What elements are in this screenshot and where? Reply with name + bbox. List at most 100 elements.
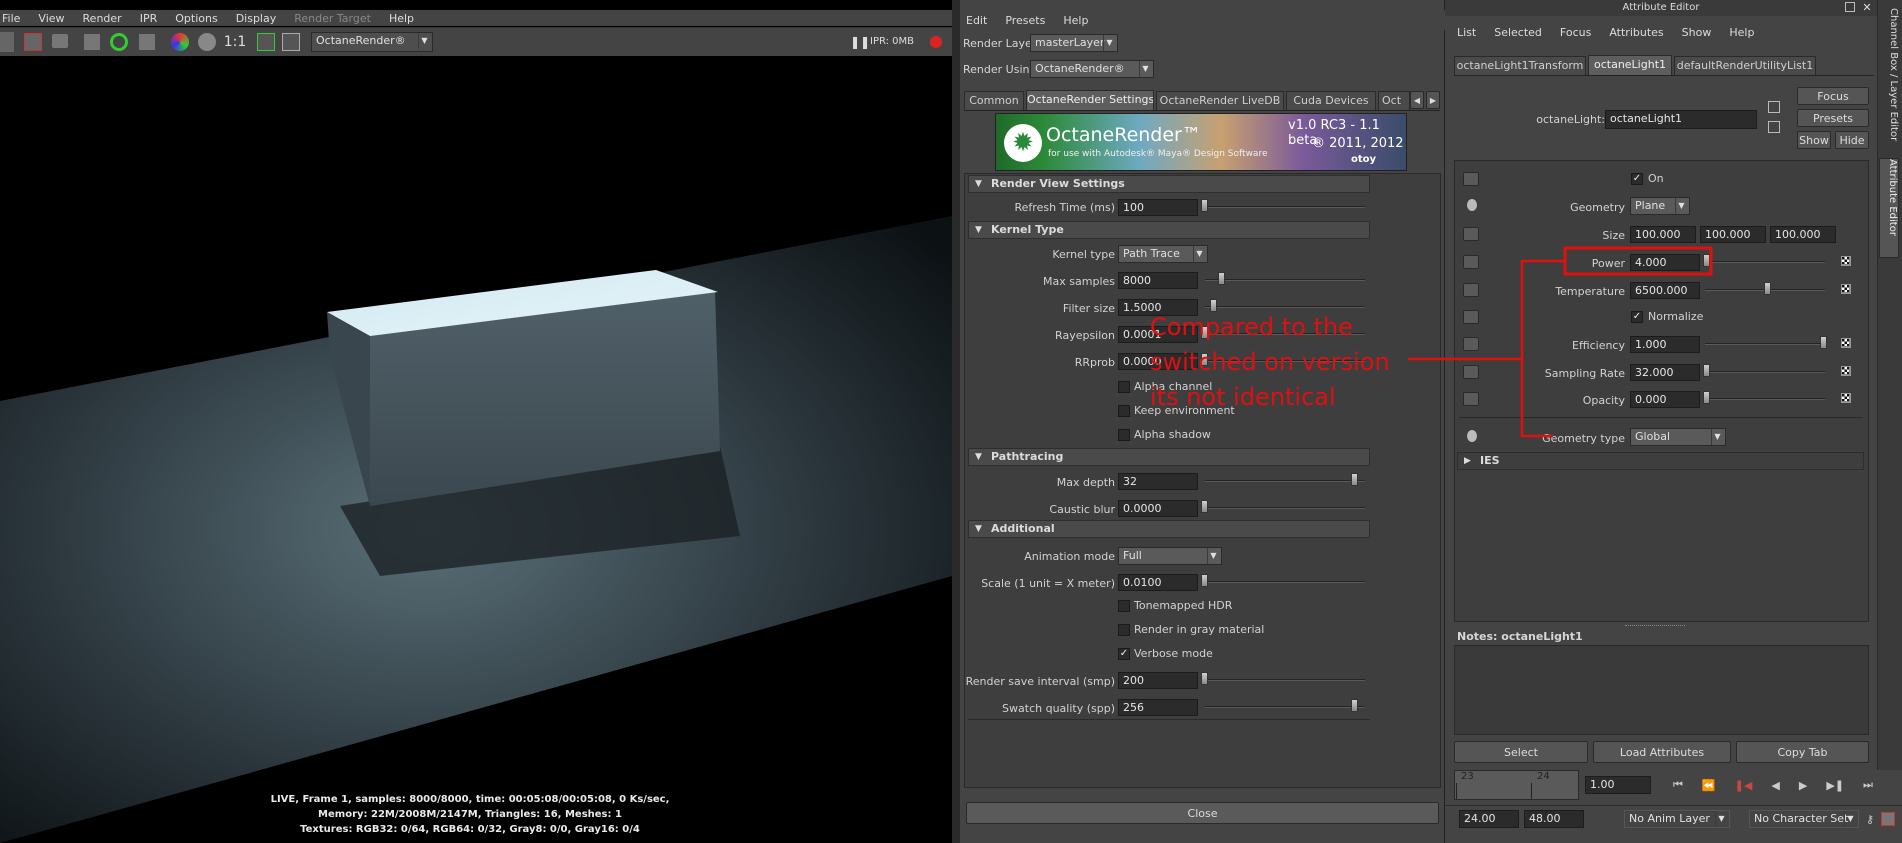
size-y-field[interactable]: 100.000 (1700, 226, 1766, 243)
render-layer-dropdown[interactable]: masterLayer ▼ (1030, 34, 1118, 52)
map-button[interactable] (1841, 256, 1851, 266)
refresh-time-field[interactable]: 100 (1118, 199, 1198, 216)
close-button[interactable]: Close (966, 802, 1439, 824)
render-save-interval-field[interactable]: 200 (1118, 672, 1198, 689)
presets-button[interactable]: Presets (1797, 109, 1869, 127)
tab-octane-light-transform[interactable]: octaneLight1Transform (1454, 56, 1586, 75)
show-button[interactable]: Show (1797, 131, 1831, 149)
menu-help[interactable]: Help (389, 12, 414, 25)
go-to-end-icon[interactable]: ⏭ (1863, 778, 1873, 792)
max-samples-slider[interactable] (1205, 279, 1365, 281)
map-button[interactable] (1841, 393, 1851, 403)
scale-slider[interactable] (1205, 581, 1365, 583)
filter-size-slider[interactable] (1205, 306, 1365, 308)
tab-octane-settings[interactable]: OctaneRender Settings (1026, 90, 1154, 110)
render-region-icon[interactable] (24, 33, 42, 51)
render-gray-checkbox[interactable] (1118, 624, 1130, 636)
tonemapped-hdr-checkbox[interactable] (1118, 600, 1130, 612)
load-attributes-button[interactable]: Load Attributes (1593, 741, 1731, 763)
slider-handle[interactable] (1703, 364, 1710, 377)
maximize-icon[interactable] (1845, 2, 1855, 12)
alpha-shadow-checkbox[interactable] (1118, 429, 1130, 441)
geometry-type-dropdown[interactable]: Global ▼ (1630, 428, 1726, 446)
snapshot-icon[interactable] (52, 34, 68, 48)
menu-list[interactable]: List (1457, 26, 1476, 39)
play-backward-icon[interactable]: ◀ (1771, 779, 1779, 792)
map-button[interactable] (1841, 284, 1851, 294)
notes-textarea[interactable] (1454, 645, 1869, 735)
go-input-icon[interactable] (1768, 101, 1780, 113)
row-icon[interactable] (1463, 172, 1479, 186)
slider-handle[interactable] (1351, 473, 1358, 486)
step-back-frame-icon[interactable]: ❚◀ (1735, 779, 1753, 792)
node-name-field[interactable]: octaneLight1 (1605, 110, 1757, 129)
slider-handle[interactable] (1703, 254, 1710, 267)
menu-help[interactable]: Help (1729, 26, 1754, 39)
menu-attributes[interactable]: Attributes (1609, 26, 1663, 39)
menu-show[interactable]: Show (1682, 26, 1712, 39)
menu-help[interactable]: Help (1063, 14, 1088, 27)
go-to-start-icon[interactable]: ⏮ (1673, 778, 1683, 792)
timeline[interactable]: 23 24 (1454, 770, 1579, 800)
menu-edit[interactable]: Edit (966, 14, 987, 27)
go-output-icon[interactable] (1768, 121, 1780, 133)
swatch-quality-slider[interactable] (1205, 706, 1365, 708)
side-tab-attribute-editor[interactable]: Attribute Editor (1879, 158, 1899, 258)
slider-handle[interactable] (1703, 391, 1710, 404)
caustic-blur-field[interactable]: 0.0000 (1118, 500, 1198, 517)
current-frame-field[interactable]: 1.00 (1585, 776, 1651, 794)
tab-scroll-left-icon[interactable]: ◀ (1410, 91, 1424, 109)
size-x-field[interactable]: 100.000 (1630, 226, 1696, 243)
menu-ipr[interactable]: IPR (140, 12, 158, 25)
tab-octane-light[interactable]: octaneLight1 (1588, 55, 1672, 75)
close-icon[interactable]: ✕ (1861, 1, 1873, 14)
menu-options[interactable]: Options (175, 12, 217, 25)
max-depth-slider[interactable] (1205, 480, 1365, 482)
splitter-grip[interactable] (1625, 625, 1685, 628)
power-field[interactable]: 4.000 (1630, 254, 1700, 271)
tab-scroll-right-icon[interactable]: ▶ (1426, 91, 1440, 109)
keep-environment-checkbox[interactable] (1118, 405, 1130, 417)
refresh-time-slider[interactable] (1205, 206, 1365, 208)
renderer-dropdown[interactable]: OctaneRender® ▼ (311, 32, 433, 52)
side-tab-channel-box[interactable]: Channel Box / Layer Editor (1879, 8, 1899, 148)
on-checkbox[interactable]: ✓ (1631, 173, 1643, 185)
preferences-icon[interactable] (1881, 812, 1895, 826)
section-ies[interactable]: ▶ IES (1457, 452, 1864, 470)
normalize-checkbox[interactable]: ✓ (1631, 311, 1643, 323)
efficiency-slider[interactable] (1705, 343, 1825, 345)
anim-layer-dropdown[interactable]: No Anim Layer ▼ (1624, 810, 1730, 828)
section-additional[interactable]: ▼ Additional (968, 520, 1370, 538)
max-samples-field[interactable]: 8000 (1118, 272, 1198, 289)
map-button[interactable] (1841, 338, 1851, 348)
row-icon[interactable] (1463, 310, 1479, 324)
step-forward-key-icon[interactable]: ▶❚ (1826, 779, 1844, 792)
record-icon[interactable] (930, 36, 942, 48)
menu-file[interactable]: File (2, 12, 20, 25)
render-save-interval-slider[interactable] (1205, 679, 1365, 681)
geometry-dropdown[interactable]: Plane ▼ (1630, 197, 1690, 215)
ratio-label[interactable]: 1:1 (224, 33, 247, 51)
alpha-channel-checkbox[interactable] (1118, 381, 1130, 393)
verbose-mode-checkbox[interactable]: ✓ (1118, 648, 1130, 660)
rgb-channel-icon[interactable] (171, 33, 189, 51)
step-back-key-icon[interactable]: ⏪ (1702, 779, 1716, 792)
menu-presets[interactable]: Presets (1005, 14, 1045, 27)
menu-render[interactable]: Render (83, 12, 122, 25)
slider-handle[interactable] (1201, 500, 1208, 513)
section-kernel-type[interactable]: ▼ Kernel Type (968, 221, 1370, 239)
slider-handle[interactable] (1201, 672, 1208, 685)
swatch-quality-field[interactable]: 256 (1118, 699, 1198, 716)
sampling-rate-field[interactable]: 32.000 (1630, 364, 1700, 381)
refresh-icon[interactable] (110, 33, 128, 51)
menu-render-target[interactable]: Render Target (294, 12, 371, 25)
key-icon[interactable]: ⚷ (1863, 812, 1877, 826)
map-button[interactable] (1841, 366, 1851, 376)
section-pathtracing[interactable]: ▼ Pathtracing (968, 448, 1370, 466)
tab-cuda-devices[interactable]: Cuda Devices (1286, 91, 1376, 110)
size-z-field[interactable]: 100.000 (1770, 226, 1836, 243)
kernel-type-dropdown[interactable]: Path Trace ▼ (1118, 245, 1208, 263)
tab-oct[interactable]: Oct (1378, 91, 1410, 110)
layers-icon[interactable] (282, 33, 300, 51)
menu-selected[interactable]: Selected (1494, 26, 1542, 39)
